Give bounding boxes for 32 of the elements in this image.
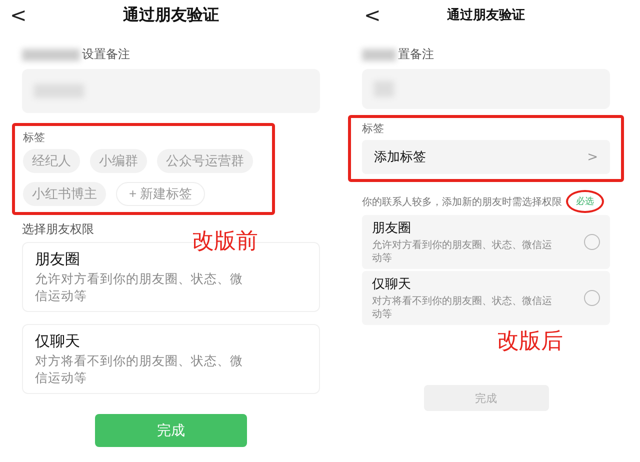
option-title: 朋友圈 xyxy=(372,220,412,237)
radio-button[interactable] xyxy=(584,234,600,250)
option-title: 仅聊天 xyxy=(35,332,81,352)
annotation-label: 改版后 xyxy=(497,328,563,356)
permission-option[interactable]: 仅聊天 对方将看不到你的朋友圈、状态、微信运动等 xyxy=(362,271,610,325)
add-tag-row[interactable]: 添加标签 > xyxy=(362,140,610,174)
remark-label: 设置备注 xyxy=(82,46,130,63)
blurred-text xyxy=(362,48,396,60)
permission-option[interactable]: 朋友圈 允许对方看到你的朋友圈、状态、微信运动等 xyxy=(362,215,610,269)
option-title: 仅聊天 xyxy=(372,276,412,293)
permission-option[interactable]: 仅聊天 对方将看不到你的朋友圈、状态、微信运动等 xyxy=(22,324,320,394)
option-description: 对方将看不到你的朋友圈、状态、微信运动等 xyxy=(35,353,244,386)
page-title: 通过朋友验证 xyxy=(447,8,525,23)
tags-label: 标签 xyxy=(362,121,385,136)
remark-label: 置备注 xyxy=(398,46,434,63)
required-tag: 必选 xyxy=(566,190,604,213)
remark-field[interactable] xyxy=(22,69,320,113)
back-icon[interactable]: < xyxy=(362,5,383,25)
blurred-text xyxy=(22,48,80,60)
back-icon[interactable]: < xyxy=(8,5,29,25)
option-description: 对方将看不到你的朋友圈、状态、微信运动等 xyxy=(372,295,552,321)
option-description: 允许对方看到你的朋友圈、状态、微信运动等 xyxy=(35,271,244,304)
permissions-label: 你的联系人较多，添加新的朋友时需选择权限 xyxy=(362,196,562,208)
tags-label: 标签 xyxy=(23,130,46,145)
radio-button[interactable] xyxy=(584,290,600,306)
remark-field[interactable] xyxy=(362,69,610,109)
page-title: 通过朋友验证 xyxy=(123,4,219,24)
chevron-icon: > xyxy=(587,150,598,164)
option-title: 朋友圈 xyxy=(35,250,81,270)
add-tag-label: 添加标签 xyxy=(374,149,426,166)
option-description: 允许对方看到你的朋友圈、状态、微信运动等 xyxy=(372,239,552,265)
permissions-label: 选择朋友权限 xyxy=(22,222,94,236)
